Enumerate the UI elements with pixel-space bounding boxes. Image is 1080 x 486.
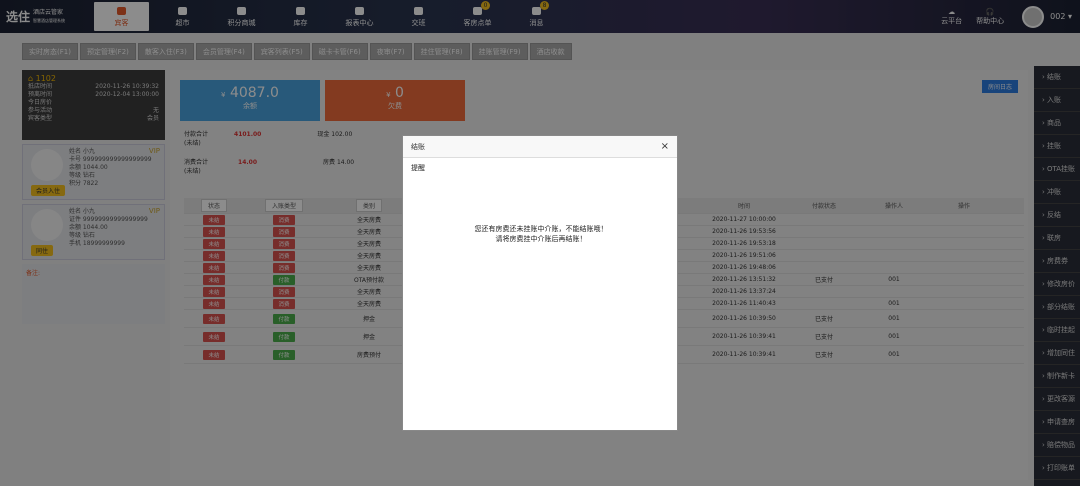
dialog-subtitle: 提醒 [411,164,425,172]
dialog-message: 您还有房费还未挂账中介账，不能结账哦！ 请将房费挂中介账后再结账！ [474,225,608,243]
dialog-title: 结账 [411,142,425,151]
checkout-dialog: 结账 × 提醒 您还有房费还未挂账中介账，不能结账哦！ 请将房费挂中介账后再结账！ [402,135,678,431]
close-icon[interactable]: × [661,141,669,152]
